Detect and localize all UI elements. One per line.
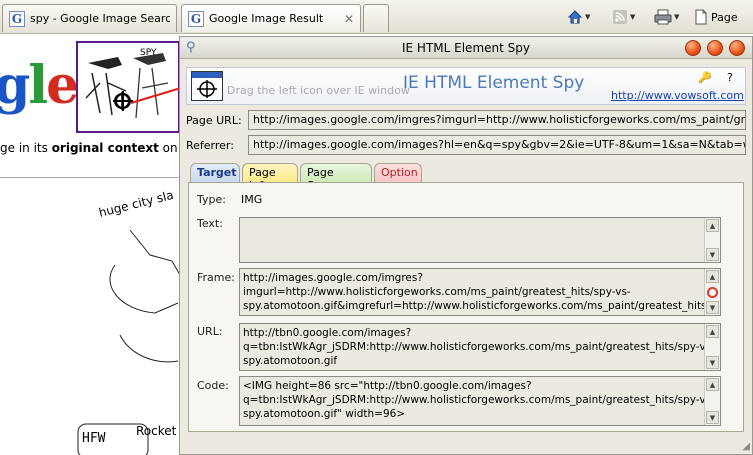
vertical-scrollbar[interactable]: ▲ ▼ — [704, 377, 720, 425]
scroll-up-icon[interactable]: ▲ — [706, 219, 719, 232]
scroll-down-icon[interactable]: ▼ — [706, 411, 719, 424]
type-label: Type: — [197, 193, 226, 206]
code-label: Code: — [197, 379, 229, 392]
drag-hint-text: Drag the left icon over IE window — [227, 84, 410, 97]
scroll-up-icon[interactable]: ▲ — [706, 378, 719, 391]
target-panel: Type: IMG Text: ▲ ▼ Frame: http://images… — [188, 182, 744, 432]
url-field[interactable]: http://tbn0.google.com/images? q=tbn:Ist… — [239, 323, 721, 371]
referrer-label: Referrer: — [186, 139, 234, 152]
drag-spy-icon[interactable] — [191, 71, 223, 101]
vowsoft-link[interactable]: http://www.vowsoft.com — [611, 89, 744, 102]
scroll-down-icon[interactable]: ▼ — [706, 356, 719, 369]
vertical-scrollbar[interactable]: ▲ ▼ — [704, 269, 720, 315]
tab-option[interactable]: Option — [374, 163, 422, 183]
scroll-up-icon[interactable]: ▲ — [706, 270, 719, 283]
minimize-button[interactable] — [685, 40, 701, 56]
scroll-up-icon[interactable]: ▲ — [706, 325, 719, 338]
url-label: URL: — [197, 325, 223, 338]
tab-page-info[interactable]: Page Info — [242, 163, 298, 192]
code-value: <IMG height=86 src="http://tbn0.google.c… — [243, 380, 715, 420]
spy-window: ⚲ IE HTML Element Spy Drag the left icon… — [179, 36, 753, 455]
close-button[interactable] — [729, 40, 745, 56]
url-value: http://tbn0.google.com/images? q=tbn:Ist… — [243, 327, 715, 367]
code-field[interactable]: <IMG height=86 src="http://tbn0.google.c… — [239, 376, 721, 426]
scroll-down-icon[interactable]: ▼ — [706, 248, 719, 261]
text-field[interactable]: ▲ ▼ — [239, 217, 721, 263]
type-value: IMG — [241, 193, 263, 206]
page-url-field[interactable]: http://images.google.com/imgres?imgurl=h… — [248, 110, 746, 130]
tab-page-source[interactable]: Page Source — [300, 163, 372, 192]
vertical-scrollbar[interactable]: ▲ ▼ — [704, 218, 720, 262]
spy-window-titlebar[interactable]: ⚲ IE HTML Element Spy — [180, 37, 752, 59]
referrer-field[interactable]: http://images.google.com/images?hl=en&q=… — [248, 135, 746, 155]
text-label: Text: — [197, 217, 223, 230]
window-title: IE HTML Element Spy — [402, 41, 530, 55]
key-icon[interactable]: 🔑 — [698, 71, 712, 84]
crosshair-icon — [197, 80, 217, 98]
frame-field[interactable]: http://images.google.com/imgres? imgurl=… — [239, 268, 721, 316]
stop-icon[interactable] — [707, 287, 718, 298]
app-title: IE HTML Element Spy — [403, 73, 585, 93]
scroll-down-icon[interactable]: ▼ — [706, 301, 719, 314]
resize-grip-icon[interactable]: ◢ — [742, 441, 750, 452]
page-url-label: Page URL: — [186, 114, 242, 127]
frame-label: Frame: — [197, 271, 235, 284]
maximize-button[interactable] — [707, 40, 723, 56]
spy-header: Drag the left icon over IE window IE HTM… — [186, 67, 746, 105]
type-row: Type: IMG — [189, 193, 743, 207]
frame-value: http://images.google.com/imgres? imgurl=… — [243, 272, 721, 312]
help-icon[interactable]: ? — [727, 71, 733, 84]
tab-target[interactable]: Target — [190, 163, 240, 183]
vertical-scrollbar[interactable]: ▲ ▼ — [704, 324, 720, 370]
